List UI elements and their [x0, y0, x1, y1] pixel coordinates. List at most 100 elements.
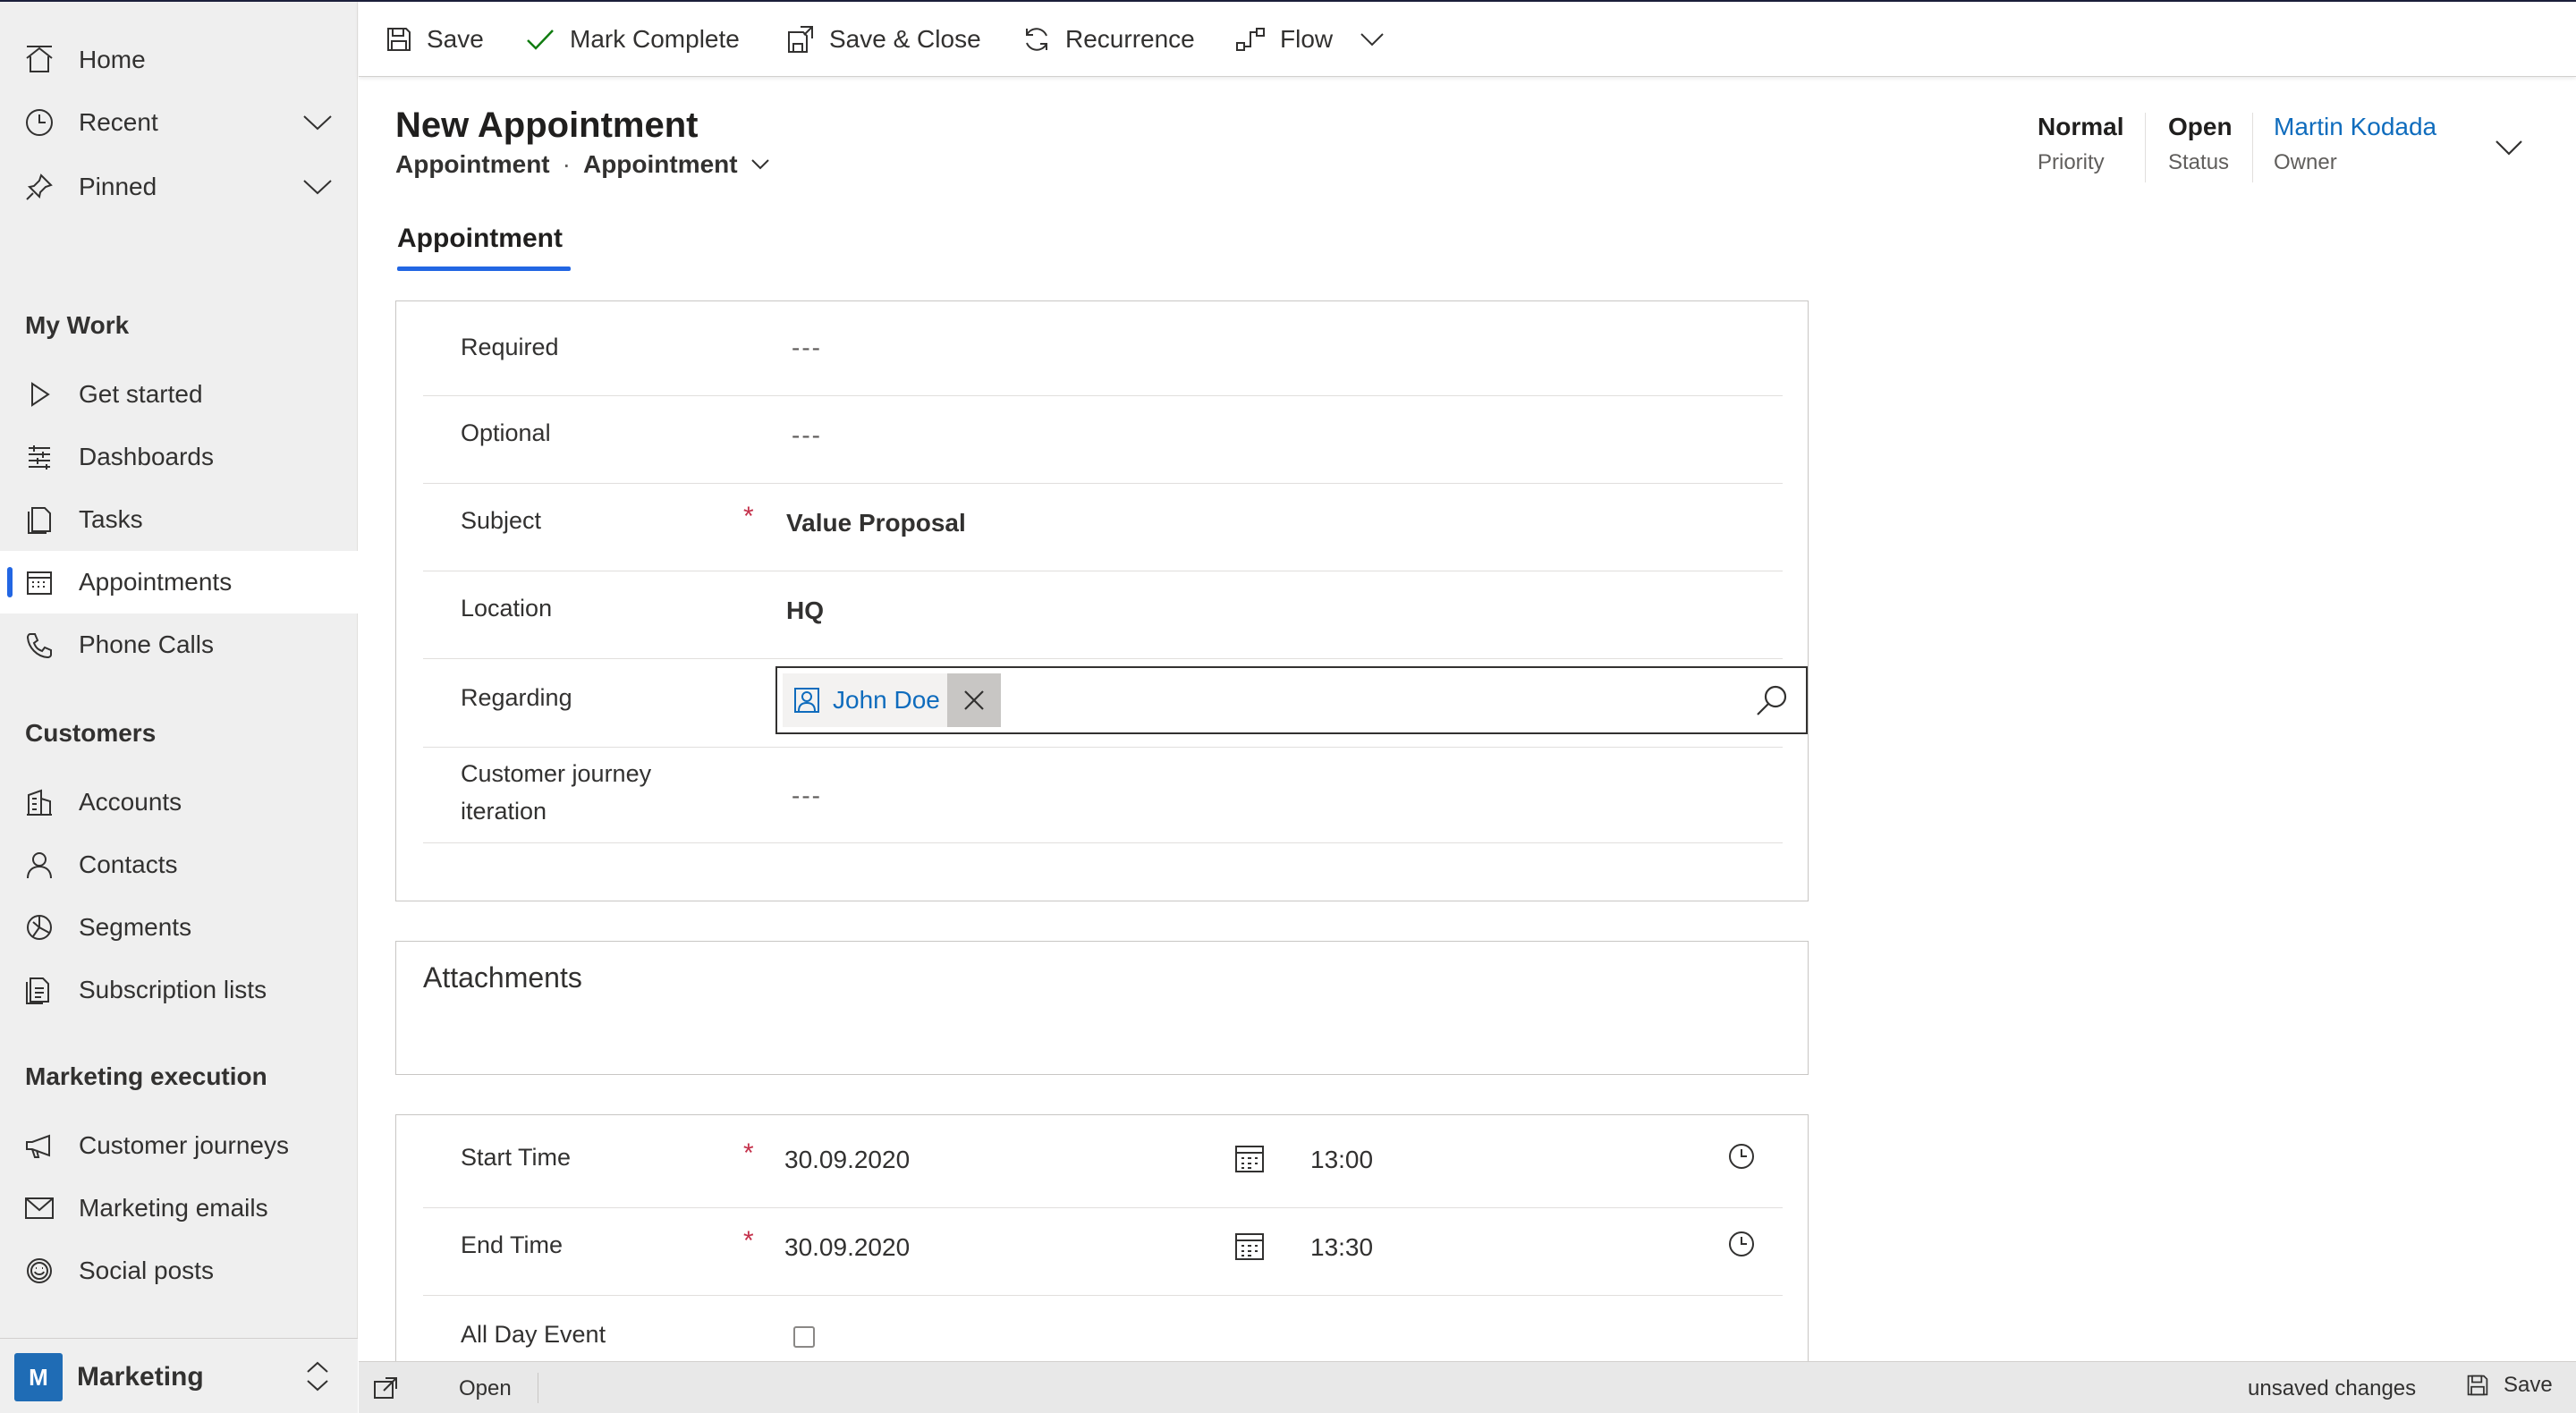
recurrence-label: Recurrence	[1065, 25, 1195, 53]
header-status: Open Status	[2168, 113, 2233, 175]
calendar-icon[interactable]	[1233, 1142, 1266, 1174]
sidebar-item-phone-calls[interactable]: Phone Calls	[0, 613, 358, 676]
save-close-label: Save & Close	[829, 25, 981, 53]
flow-label: Flow	[1280, 25, 1334, 53]
sidebar-item-dashboards[interactable]: Dashboards	[0, 426, 358, 488]
sidebar-item-pinned[interactable]: Pinned	[0, 156, 358, 218]
chevron-down-icon[interactable]	[302, 178, 333, 196]
sidebar-item-home[interactable]: Home	[0, 29, 358, 91]
sidebar-item-segments[interactable]: Segments	[0, 896, 358, 959]
field-label: Customer journey iteration	[461, 755, 651, 830]
sidebar-item-label: Tasks	[79, 505, 143, 533]
subtitle-separator: ·	[562, 150, 571, 178]
sidebar-item-marketing-emails[interactable]: Marketing emails	[0, 1177, 358, 1240]
chevron-down-icon[interactable]	[302, 114, 333, 131]
record-status: Open	[459, 1376, 512, 1400]
header-owner: Martin Kodada Owner	[2274, 113, 2436, 175]
flow-button[interactable]: Flow	[1235, 18, 1385, 61]
section-title-marketing-execution: Marketing execution	[25, 1062, 267, 1090]
sidebar-item-accounts[interactable]: Accounts	[0, 771, 358, 833]
field-customer-journey-iteration: Customer journey iteration ---	[423, 747, 1783, 843]
sidebar-item-tasks[interactable]: Tasks	[0, 488, 358, 551]
command-bar: Save Mark Complete Save & Close Recurren…	[359, 2, 2576, 77]
tab-active-indicator	[397, 267, 571, 271]
header-expand-chevron-icon[interactable]	[2494, 138, 2524, 157]
page-title: New Appointment	[395, 106, 699, 145]
required-marker: *	[743, 1138, 754, 1168]
start-date-input[interactable]: 30.09.2020	[784, 1146, 910, 1174]
regarding-tag-label: John Doe	[833, 686, 940, 714]
home-icon	[23, 44, 55, 76]
field-label: Location	[461, 595, 553, 622]
save-icon	[2467, 1375, 2488, 1396]
regarding-lookup[interactable]: John Doe	[775, 666, 1808, 734]
statusbar-save-button[interactable]: Save	[2466, 1373, 2553, 1398]
location-input[interactable]: HQ	[786, 597, 824, 625]
segments-icon	[23, 911, 55, 943]
owner-label: Owner	[2274, 150, 2337, 174]
sidebar-item-label: Customer journeys	[79, 1131, 289, 1159]
pin-icon	[23, 171, 55, 203]
end-date-input[interactable]: 30.09.2020	[784, 1233, 910, 1262]
record-subtitle: Appointment · Appointment	[395, 150, 770, 179]
field-optional: Optional ---	[423, 396, 1783, 484]
sidebar-item-social-posts[interactable]: Social posts	[0, 1240, 358, 1302]
sidebar-item-subscription-lists[interactable]: Subscription lists	[0, 959, 358, 1021]
sidebar-item-label: Subscription lists	[79, 976, 267, 1003]
tab-appointment[interactable]: Appointment	[397, 224, 563, 254]
mark-complete-label: Mark Complete	[570, 25, 740, 53]
mark-complete-button[interactable]: Mark Complete	[525, 18, 740, 61]
sidebar-item-label: Appointments	[79, 568, 233, 596]
end-time-input[interactable]: 13:30	[1310, 1233, 1373, 1262]
form-selector[interactable]: Appointment	[583, 150, 770, 179]
field-label-line: iteration	[461, 798, 547, 825]
customer-journey-iteration-input[interactable]: ---	[792, 782, 822, 810]
chevron-down-icon[interactable]	[1360, 31, 1385, 47]
save-button[interactable]: Save	[386, 18, 484, 61]
optional-attendees-input[interactable]: ---	[792, 421, 822, 450]
sidebar-item-get-started[interactable]: Get started	[0, 363, 358, 426]
status-bar: Open unsaved changes Save	[359, 1361, 2576, 1413]
sidebar-item-recent[interactable]: Recent	[0, 91, 358, 154]
search-icon[interactable]	[1754, 682, 1790, 718]
all-day-event-checkbox[interactable]	[793, 1326, 815, 1348]
unsaved-changes-text: unsaved changes	[2248, 1376, 2417, 1400]
schedule-section: Start Time * 30.09.2020 13:00 End Time *…	[395, 1114, 1809, 1374]
attachments-section: Attachments	[395, 941, 1809, 1075]
contact-icon	[794, 688, 819, 713]
chevron-up-down-icon[interactable]	[304, 1358, 331, 1394]
field-start-time: Start Time * 30.09.2020 13:00	[423, 1115, 1783, 1208]
remove-tag-button[interactable]	[947, 673, 1001, 727]
save-close-button[interactable]: Save & Close	[786, 18, 981, 61]
field-end-time: End Time * 30.09.2020 13:30	[423, 1208, 1783, 1296]
form-selector-label: Appointment	[582, 150, 738, 178]
clock-icon[interactable]	[1727, 1230, 1756, 1258]
calendar-icon	[23, 566, 55, 598]
header-divider	[2145, 113, 2146, 182]
open-in-new-window-icon[interactable]	[373, 1376, 398, 1400]
subject-input[interactable]: Value Proposal	[786, 509, 966, 537]
sidebar-item-customer-journeys[interactable]: Customer journeys	[0, 1114, 358, 1177]
person-icon	[23, 849, 55, 881]
phone-icon	[23, 629, 55, 661]
owner-link[interactable]: Martin Kodada	[2274, 113, 2436, 141]
field-label: Start Time	[461, 1144, 572, 1171]
required-marker: *	[743, 1226, 754, 1256]
area-switcher[interactable]: M Marketing	[0, 1338, 358, 1413]
regarding-tag[interactable]: John Doe	[783, 673, 953, 727]
sidebar-item-appointments[interactable]: Appointments	[0, 551, 358, 613]
recurrence-button[interactable]: Recurrence	[1022, 18, 1195, 61]
entity-name: Appointment	[395, 150, 550, 178]
clock-icon[interactable]	[1727, 1142, 1756, 1171]
sidebar-item-label: Recent	[79, 108, 158, 136]
calendar-icon[interactable]	[1233, 1230, 1266, 1262]
start-time-input[interactable]: 13:00	[1310, 1146, 1373, 1174]
sidebar-item-contacts[interactable]: Contacts	[0, 833, 358, 896]
play-icon	[23, 378, 55, 410]
sidebar-item-label: Get started	[79, 380, 203, 408]
sidebar-item-label: Phone Calls	[79, 630, 214, 658]
dashboard-icon	[23, 441, 55, 473]
field-regarding: Regarding John Doe	[423, 659, 1808, 747]
area-badge: M	[14, 1353, 63, 1401]
required-attendees-input[interactable]: ---	[792, 334, 822, 362]
